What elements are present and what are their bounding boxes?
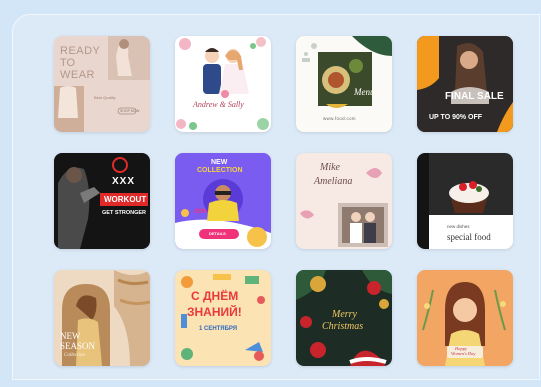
- invite-name-2: Ameliana: [314, 176, 353, 187]
- template-card-ready-to-wear[interactable]: READY TO WEAR Best Quality SHOP NOW: [54, 36, 150, 132]
- headline-line-3: WEAR: [60, 69, 95, 81]
- collection-line-1: NEW: [211, 159, 228, 166]
- season-line-1: NEW: [60, 331, 81, 341]
- menu-title: Menu: [354, 87, 375, 97]
- template-card-menu[interactable]: Menu www.food.com: [296, 36, 392, 132]
- couple-names: Andrew & Sally: [193, 100, 244, 109]
- food-title: special food: [447, 232, 491, 242]
- template-card-womens-day[interactable]: Happy Women's Day: [417, 270, 513, 366]
- menu-url: www.food.com: [323, 116, 356, 121]
- template-card-christmas[interactable]: Merry Christmas: [296, 270, 392, 366]
- couple-photo-illustration: [300, 168, 388, 247]
- template-card-first-september[interactable]: С ДНЁМ ЗНАНИЙ! 1 СЕНТЯБРЯ: [175, 270, 271, 366]
- holiday-line-2: ЗНАНИЙ!: [187, 305, 242, 319]
- christmas-line-2: Christmas: [322, 321, 364, 332]
- headline-line-1: READY: [60, 45, 101, 57]
- holiday-date: 1 СЕНТЯБРЯ: [199, 326, 238, 332]
- details-button[interactable]: DETAILS: [209, 232, 226, 236]
- shop-tag: SHOP NOW: [120, 108, 140, 113]
- template-card-new-collection[interactable]: NEW COLLECTION -20% DETAILS: [175, 153, 271, 249]
- sale-headline: FINAL SALE: [445, 91, 504, 102]
- subtitle-text: Best Quality: [94, 95, 116, 100]
- couple-illustration: [176, 37, 269, 130]
- template-card-wedding-invite[interactable]: Mike Ameliana: [296, 153, 392, 249]
- woman-photo-illustration: [62, 270, 150, 366]
- collection-line-2: COLLECTION: [197, 167, 243, 174]
- template-card-new-season[interactable]: NEW SEASON Collection: [54, 270, 150, 366]
- discount-badge: -20%: [193, 209, 208, 215]
- christmas-line-1: Merry: [332, 309, 357, 320]
- holiday-line-1: С ДНЁМ: [191, 289, 239, 303]
- template-grid: READY TO WEAR Best Quality SHOP NOW Andr…: [54, 36, 513, 366]
- sale-subtitle: UP TO 90% OFF: [429, 114, 483, 121]
- season-line-2: SEASON: [60, 341, 96, 351]
- template-card-workout[interactable]: XXX WORKOUT GET STRONGER: [54, 153, 150, 249]
- workout-subtitle: GET STRONGER: [102, 210, 147, 216]
- template-card-special-food[interactable]: new dishes special food: [417, 153, 513, 249]
- template-card-final-sale[interactable]: FINAL SALE UP TO 90% OFF: [417, 36, 513, 132]
- womens-day-line-2: Women's Day: [451, 351, 476, 356]
- headline-line-2: TO: [60, 57, 76, 69]
- template-card-wedding[interactable]: Andrew & Sally: [175, 36, 271, 132]
- workout-title: WORKOUT: [104, 195, 147, 204]
- food-subtitle: new dishes: [447, 224, 470, 229]
- workout-marks: XXX: [112, 176, 136, 187]
- season-subtitle: Collection: [64, 353, 85, 358]
- invite-name-1: Mike: [320, 162, 340, 173]
